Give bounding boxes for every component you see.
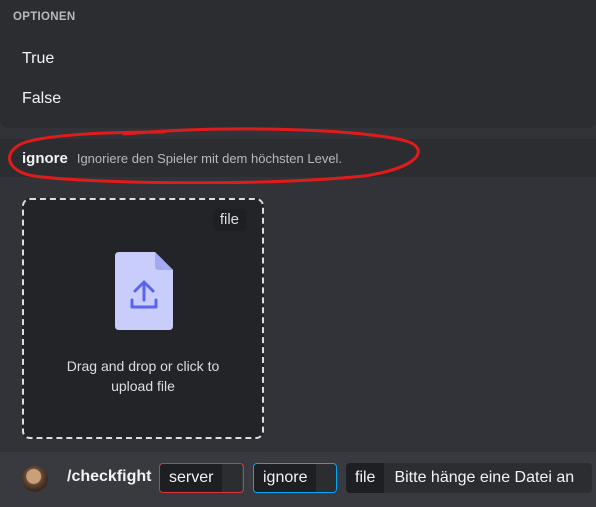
hint-description: Ignoriere den Spieler mit dem höchsten L… xyxy=(76,150,343,166)
command-name: /checkfight xyxy=(67,468,152,485)
upload-instructions: Drag and drop or click to upload file xyxy=(24,356,262,396)
upload-text-line-1: Drag and drop or click to xyxy=(66,358,220,374)
param-file-label: file xyxy=(346,463,385,493)
option-true[interactable]: True xyxy=(0,41,596,77)
param-ignore-label: ignore xyxy=(254,464,317,492)
upload-file-icon xyxy=(115,252,173,330)
param-server-label: server xyxy=(160,464,223,492)
param-chip-server[interactable]: server xyxy=(159,463,244,493)
param-file-value[interactable]: Bitte hänge eine Datei an xyxy=(384,463,574,493)
options-popup: OPTIONEN True False xyxy=(0,0,596,128)
param-chip-ignore[interactable]: ignore xyxy=(253,463,337,493)
hint-parameter-name: ignore xyxy=(22,149,68,167)
file-badge: file xyxy=(212,209,246,231)
parameter-hint: ignore Ignoriere den Spieler mit dem höc… xyxy=(0,139,596,177)
param-server-value[interactable] xyxy=(222,464,243,492)
command-input-bar[interactable]: /checkfight server ignore file Bitte hän… xyxy=(0,452,596,507)
file-upload-dropzone[interactable]: file Drag and drop or click to upload fi… xyxy=(22,198,264,439)
upload-text-line-2: upload file xyxy=(111,378,175,394)
option-false[interactable]: False xyxy=(0,81,596,117)
options-header: OPTIONEN xyxy=(13,11,76,23)
bot-avatar xyxy=(22,466,48,492)
param-ignore-value[interactable] xyxy=(316,464,336,492)
param-chip-file[interactable]: file Bitte hänge eine Datei an xyxy=(346,463,592,493)
